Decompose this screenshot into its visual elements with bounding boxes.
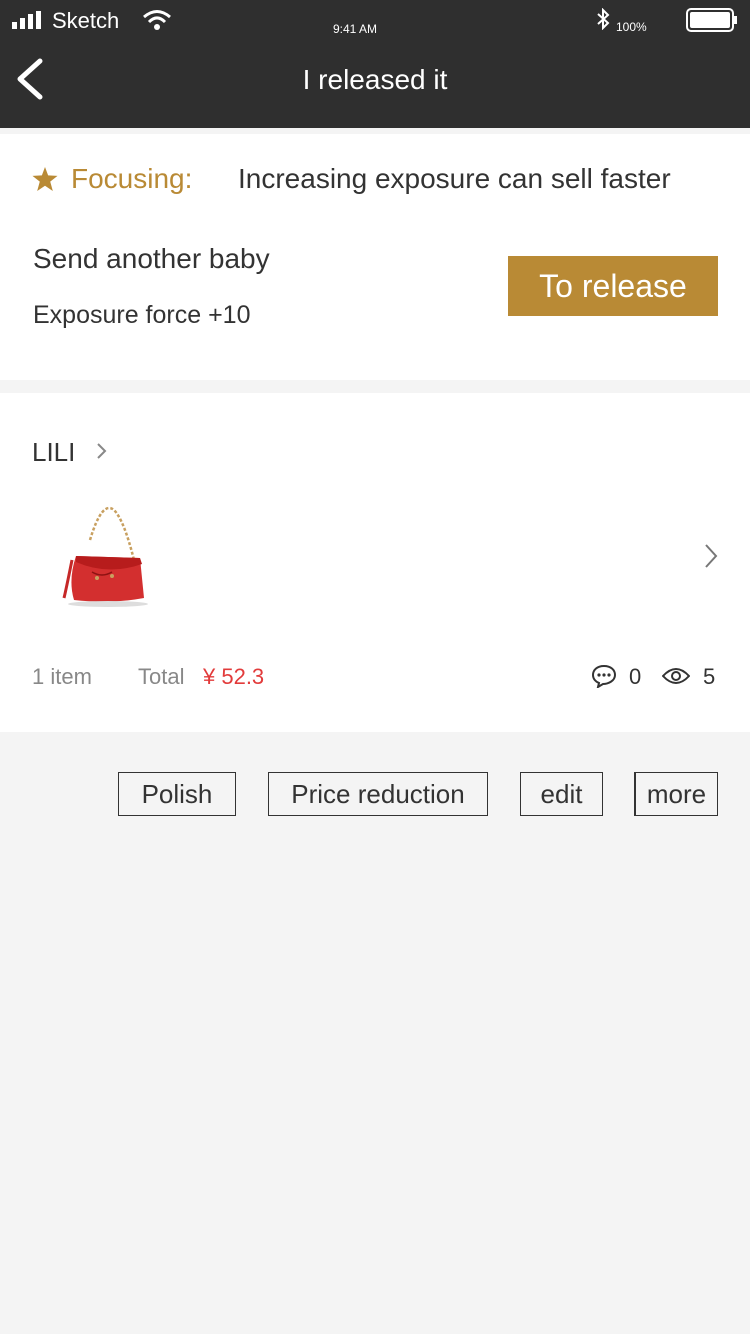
chevron-right-icon[interactable] [703,542,719,570]
product-image-red-handbag[interactable] [52,500,152,612]
header: Sketch 9:41 AM 100% I released it [0,0,750,128]
page-title: I released it [302,64,448,95]
more-button[interactable]: more [634,772,718,816]
seller-name[interactable]: LILI [32,437,75,468]
star-icon [32,167,58,191]
item-count: 1 item [32,664,92,689]
view-count: 5 [703,664,716,689]
battery-icon [686,8,737,32]
bluetooth-icon [597,8,610,30]
send-title: Send another baby [33,243,270,274]
eye-icon[interactable] [662,666,690,686]
to-release-button[interactable]: To release [508,256,718,316]
exposure-bonus: Exposure force +10 [33,301,251,329]
battery-percent: 100% [616,20,647,34]
edit-button[interactable]: edit [520,772,603,816]
price-reduction-button[interactable]: Price reduction [268,772,488,816]
polish-button[interactable]: Polish [118,772,236,816]
focus-label: Focusing: [71,163,193,194]
focus-text: Increasing exposure can sell faster [238,163,671,194]
comment-count: 0 [629,664,642,689]
total-price: ¥ 52.3 [203,664,265,689]
comment-icon[interactable] [592,664,616,688]
total-label: Total [138,664,185,689]
chevron-right-icon[interactable] [95,440,109,462]
status-bar: Sketch 9:41 AM 100% [0,0,750,44]
